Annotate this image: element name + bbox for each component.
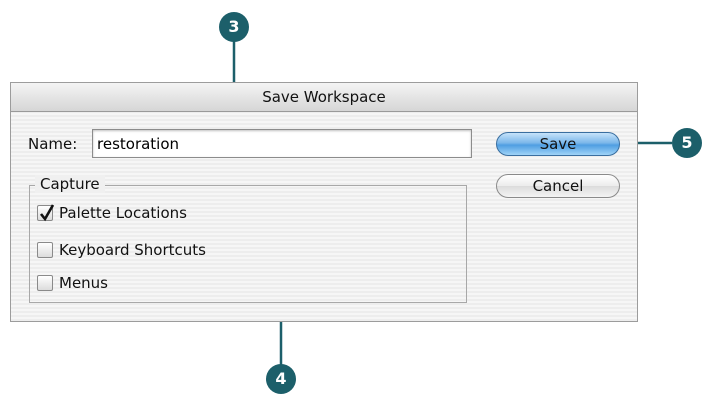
palette-locations-option[interactable]: Palette Locations xyxy=(37,204,187,222)
keyboard-shortcuts-checkbox[interactable] xyxy=(37,242,53,258)
keyboard-shortcuts-option[interactable]: Keyboard Shortcuts xyxy=(37,241,206,259)
save-workspace-dialog: Save Workspace Name: Capture Palette Loc… xyxy=(10,82,638,322)
keyboard-shortcuts-label: Keyboard Shortcuts xyxy=(59,241,206,259)
callout-5-badge: 5 xyxy=(672,128,702,158)
capture-legend: Capture xyxy=(35,175,105,193)
palette-locations-checkbox[interactable] xyxy=(37,204,55,222)
name-label: Name: xyxy=(28,135,78,153)
menus-checkbox[interactable] xyxy=(37,275,53,291)
callout-3-badge: 3 xyxy=(219,12,249,42)
palette-locations-label: Palette Locations xyxy=(59,204,187,222)
dialog-title: Save Workspace xyxy=(11,83,637,112)
checkmark-icon xyxy=(39,204,55,222)
save-button[interactable]: Save xyxy=(496,132,620,156)
menus-label: Menus xyxy=(59,274,108,292)
callout-4-badge: 4 xyxy=(266,364,296,394)
name-input[interactable] xyxy=(92,129,472,158)
cancel-button[interactable]: Cancel xyxy=(496,174,620,198)
menus-option[interactable]: Menus xyxy=(37,274,108,292)
